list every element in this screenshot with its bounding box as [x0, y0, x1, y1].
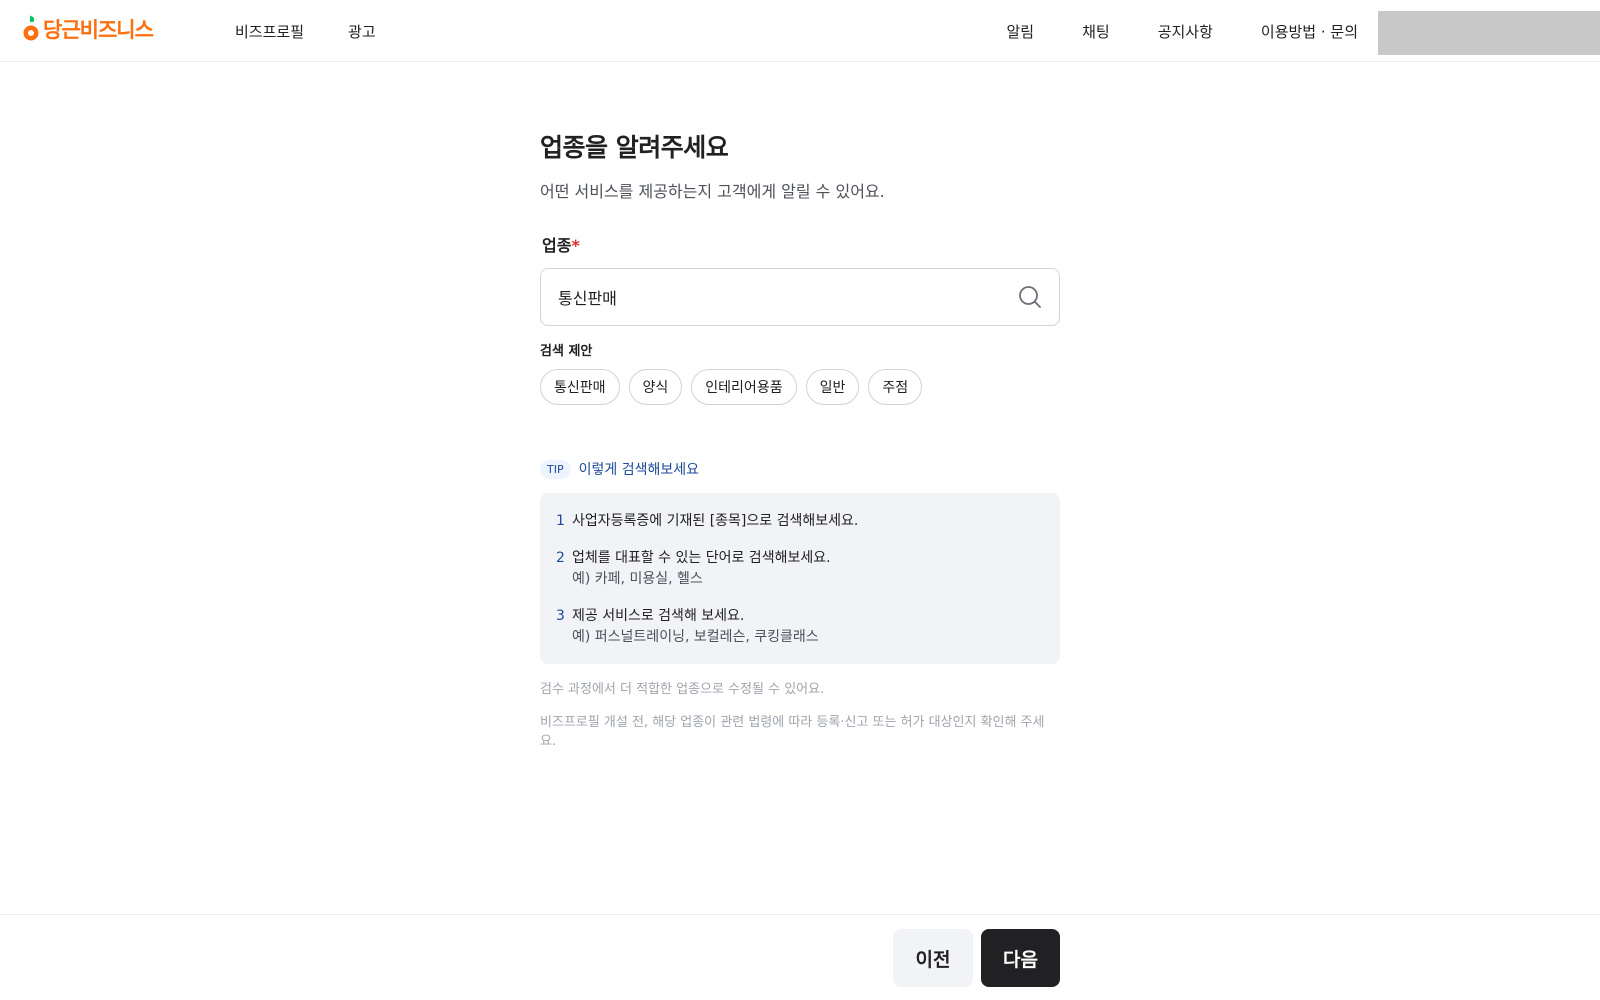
tip-header: TIP 이렇게 검색해보세요 [540, 459, 1060, 479]
suggestion-chip[interactable]: 일반 [805, 369, 860, 405]
logo[interactable]: 당근비즈니스 [22, 13, 154, 45]
tip-item: 1 사업자등록증에 기재된 [종목]으로 검색해보세요. [556, 511, 1044, 532]
tip-content: 사업자등록증에 기재된 [종목]으로 검색해보세요. [572, 511, 858, 532]
logo-text: 당근비즈니스 [43, 18, 154, 42]
utility-nav: 알림 채팅 공지사항 이용방법 · 문의 [1006, 0, 1358, 62]
prev-button[interactable]: 이전 [893, 929, 973, 987]
tip-box: 1 사업자등록증에 기재된 [종목]으로 검색해보세요. 2 업체를 대표할 수… [540, 493, 1060, 664]
tip-item: 3 제공 서비스로 검색해 보세요. 예) 퍼스널트레이닝, 보컬레슨, 쿠킹클… [556, 606, 1044, 648]
tip-content: 제공 서비스로 검색해 보세요. 예) 퍼스널트레이닝, 보컬레슨, 쿠킹클래스 [572, 606, 819, 648]
business-category-form: 업종을 알려주세요 어떤 서비스를 제공하는지 고객에게 알릴 수 있어요. 업… [540, 128, 1060, 751]
account-menu[interactable] [1378, 11, 1600, 55]
nav-help[interactable]: 이용방법 · 문의 [1261, 21, 1358, 42]
tip-number: 2 [556, 550, 565, 566]
tip-item: 2 업체를 대표할 수 있는 단어로 검색해보세요. 예) 카페, 미용실, 헬… [556, 548, 1044, 590]
review-notice: 검수 과정에서 더 적합한 업종으로 수정될 수 있어요. [540, 682, 825, 697]
suggestion-chip[interactable]: 통신판매 [540, 369, 620, 405]
nav-notifications[interactable]: 알림 [1006, 21, 1034, 42]
next-button[interactable]: 다음 [981, 929, 1060, 987]
tip-text: 제공 서비스로 검색해 보세요. [572, 608, 745, 624]
tip-example: 예) 퍼스널트레이닝, 보컬레슨, 쿠킹클래스 [572, 629, 819, 645]
legal-notice: 비즈프로필 개설 전, 해당 업종이 관련 법령에 따라 등록·신고 또는 허가… [540, 715, 1045, 749]
main-nav: 비즈프로필 광고 [235, 0, 376, 62]
nav-notices[interactable]: 공지사항 [1158, 21, 1213, 42]
category-label-text: 업종 [542, 236, 572, 255]
page-subtitle: 어떤 서비스를 제공하는지 고객에게 알릴 수 있어요. [540, 182, 885, 201]
category-search-value[interactable]: 통신판매 [558, 285, 1017, 309]
tip-example: 예) 카페, 미용실, 헬스 [572, 571, 703, 587]
suggestion-chip[interactable]: 주점 [868, 369, 923, 405]
tip-number: 3 [556, 608, 565, 624]
suggestion-chip[interactable]: 인테리어용품 [691, 369, 797, 405]
page-title: 업종을 알려주세요 [540, 133, 729, 162]
category-search-input[interactable]: 통신판매 [540, 268, 1060, 326]
tip-title: 이렇게 검색해보세요 [578, 462, 699, 478]
top-header: 당근비즈니스 비즈프로필 광고 알림 채팅 공지사항 이용방법 · 문의 [0, 0, 1600, 62]
tip-badge: TIP [540, 459, 571, 479]
tip-text: 업체를 대표할 수 있는 단어로 검색해보세요. [572, 550, 831, 566]
footer-actions: 이전 다음 [0, 914, 1600, 1000]
search-icon[interactable] [1017, 284, 1043, 310]
carrot-logo-icon [22, 13, 40, 45]
required-mark: * [571, 236, 580, 255]
tip-number: 1 [556, 513, 565, 529]
nav-bizprofile[interactable]: 비즈프로필 [235, 21, 304, 42]
nav-ads[interactable]: 광고 [348, 21, 376, 42]
tip-content: 업체를 대표할 수 있는 단어로 검색해보세요. 예) 카페, 미용실, 헬스 [572, 548, 831, 590]
tip-text: 사업자등록증에 기재된 [종목]으로 검색해보세요. [572, 513, 859, 529]
category-field-label: 업종* [542, 232, 1060, 256]
suggestion-chip[interactable]: 양식 [628, 369, 683, 405]
nav-chat[interactable]: 채팅 [1082, 21, 1110, 42]
suggestion-chips: 통신판매 양식 인테리어용품 일반 주점 [540, 369, 1060, 405]
suggestions-title: 검색 제안 [540, 344, 593, 359]
